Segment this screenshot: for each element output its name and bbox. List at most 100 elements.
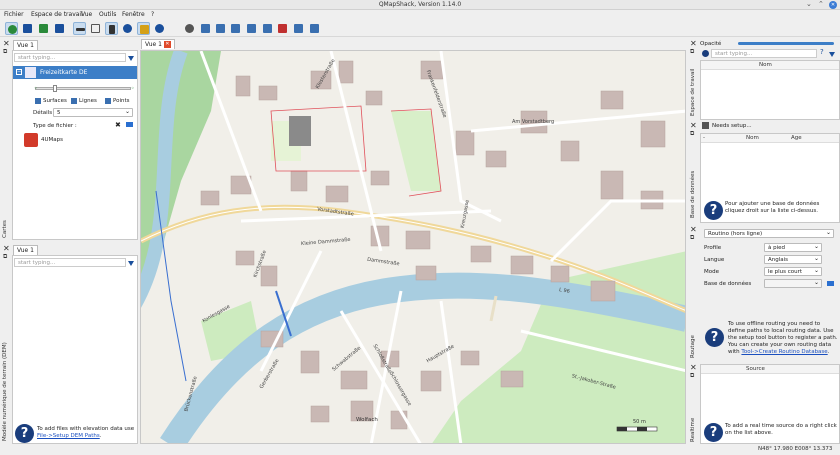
map-item-freizeitkarte[interactable]: − Freizeitkarte DE bbox=[13, 66, 137, 79]
details-label: Détails bbox=[33, 110, 53, 116]
help-icon: ? bbox=[704, 201, 723, 220]
map2-name[interactable]: 4UMaps bbox=[41, 137, 63, 143]
close-dock-icon[interactable]: ✕ bbox=[690, 40, 697, 48]
database-list[interactable]: - Nom Age ? Pour ajouter une base de don… bbox=[700, 133, 840, 223]
close-tab-icon[interactable]: ✕ bbox=[163, 41, 171, 48]
dem-setup-link[interactable]: File->Setup DEM Paths bbox=[37, 433, 100, 439]
window-workspace-icon[interactable] bbox=[229, 22, 242, 35]
add-waypoint-icon[interactable] bbox=[21, 22, 34, 35]
measure-icon[interactable] bbox=[121, 22, 134, 35]
lignes-checkbox[interactable] bbox=[71, 98, 77, 104]
pointer-icon[interactable] bbox=[105, 22, 118, 35]
window-database-icon[interactable] bbox=[261, 22, 274, 35]
tools-icon[interactable]: ✖ bbox=[115, 121, 121, 129]
close-dock-icon[interactable]: ✕ bbox=[3, 40, 10, 48]
surfaces-label: Surfaces bbox=[43, 98, 67, 104]
menu-vue[interactable]: Vue bbox=[81, 11, 92, 18]
window-map-icon[interactable] bbox=[199, 22, 212, 35]
right-docks: ✕ ⧉ Opacité Espace de travail start typi… bbox=[688, 38, 840, 444]
map-canvas[interactable]: Am Vorstadtberg Kreuzgasse Vorstadtstraß… bbox=[140, 50, 686, 444]
window-routing-icon[interactable] bbox=[245, 22, 258, 35]
folder-icon[interactable] bbox=[126, 122, 133, 127]
dem-help-text: To add files with elevation data use Fil… bbox=[37, 426, 139, 440]
workspace-side-title: Espace de travail bbox=[690, 68, 696, 116]
folder-icon[interactable] bbox=[827, 281, 834, 286]
zoom-in-icon[interactable]: ◦ bbox=[131, 85, 135, 92]
realtime-header: Source bbox=[701, 365, 839, 374]
help-small-icon[interactable]: ? bbox=[820, 48, 824, 56]
float-dock-icon[interactable]: ⧉ bbox=[690, 372, 694, 380]
tab-map-vue-1[interactable]: Vue 1 ✕ bbox=[141, 39, 175, 49]
col-age: Age bbox=[791, 135, 802, 141]
close-button[interactable]: ✕ bbox=[829, 1, 837, 9]
col-nom: Nom bbox=[746, 135, 759, 141]
fullscreen-icon[interactable] bbox=[308, 22, 321, 35]
grid-icon[interactable] bbox=[89, 22, 102, 35]
tab-vue-1[interactable]: Vue 1 bbox=[13, 245, 38, 255]
dem-dock: ✕ ⧉ Modèle numérique de terrain (DEM) Vu… bbox=[0, 243, 139, 444]
minimize-button[interactable]: ⌄ bbox=[806, 0, 812, 8]
details-spinbox[interactable]: 5 bbox=[53, 108, 133, 117]
surfaces-checkbox[interactable] bbox=[35, 98, 41, 104]
float-dock-icon[interactable]: ⧉ bbox=[690, 234, 694, 242]
dem-help-body: To add files with elevation data use bbox=[37, 426, 135, 432]
info-icon[interactable] bbox=[153, 22, 166, 35]
window-help-icon[interactable] bbox=[292, 22, 305, 35]
menu-fichier[interactable]: Fichier bbox=[4, 11, 24, 18]
dots-icon[interactable] bbox=[73, 22, 86, 35]
route-icon[interactable] bbox=[37, 22, 50, 35]
database-icon bbox=[702, 122, 709, 129]
col-nom: Nom bbox=[759, 62, 772, 68]
filter-icon[interactable] bbox=[128, 261, 134, 266]
database-side-title: Base de données bbox=[690, 170, 696, 218]
menu-fenetre[interactable]: Fenêtre bbox=[122, 11, 145, 18]
track-icon[interactable] bbox=[53, 22, 66, 35]
workspace-filter-input[interactable]: start typing... bbox=[711, 49, 817, 58]
profile-label: Profile bbox=[704, 245, 722, 251]
maps-filter-input[interactable]: start typing... bbox=[14, 53, 126, 62]
workspace-list[interactable]: Nom bbox=[700, 60, 840, 120]
float-dock-icon[interactable]: ⧉ bbox=[690, 130, 694, 138]
points-checkbox[interactable] bbox=[105, 98, 111, 104]
database-select[interactable] bbox=[764, 279, 822, 288]
col-source: Source bbox=[746, 366, 765, 372]
routing-side-title: Routage bbox=[690, 335, 696, 358]
menu-espace-de-travail[interactable]: Espace de travail bbox=[31, 11, 83, 18]
close-dock-icon[interactable]: ✕ bbox=[690, 226, 697, 234]
tab-vue-1[interactable]: Vue 1 bbox=[13, 40, 38, 50]
toolbar bbox=[0, 20, 840, 37]
zoom-out-icon[interactable]: ◦ bbox=[34, 85, 38, 92]
mode-select[interactable]: le plus court bbox=[764, 267, 822, 276]
needs-setup-label[interactable]: Needs setup... bbox=[712, 123, 752, 129]
float-dock-icon[interactable]: ⧉ bbox=[690, 48, 694, 56]
language-select[interactable]: Anglais bbox=[764, 255, 822, 264]
opacity-slider[interactable] bbox=[35, 87, 131, 90]
menu-help[interactable]: ? bbox=[151, 11, 154, 18]
float-dock-icon[interactable]: ⧉ bbox=[3, 253, 7, 261]
search-icon[interactable] bbox=[5, 22, 18, 35]
menu-outils[interactable]: Outils bbox=[99, 11, 116, 18]
col-dash: - bbox=[703, 135, 705, 141]
window-dem-icon[interactable] bbox=[214, 22, 227, 35]
tip-icon[interactable] bbox=[137, 22, 150, 35]
float-dock-icon[interactable]: ⧉ bbox=[3, 48, 7, 56]
owl-icon[interactable] bbox=[183, 22, 196, 35]
map-scale-label: 50 m bbox=[633, 419, 646, 425]
window-realtime-icon[interactable] bbox=[276, 22, 289, 35]
filter-icon[interactable] bbox=[829, 52, 835, 57]
routing-help-end: . bbox=[827, 349, 830, 355]
router-select[interactable]: Routino (hors ligne) bbox=[704, 229, 834, 238]
maximize-button[interactable]: ⌃ bbox=[818, 0, 824, 8]
realtime-list[interactable]: Source ? To add a real time source do a … bbox=[700, 364, 840, 444]
filter-icon[interactable] bbox=[128, 56, 134, 61]
maps-pane: start typing... − Freizeitkarte DE ◦ ◦ S… bbox=[12, 50, 138, 240]
collapse-icon[interactable]: − bbox=[16, 69, 22, 75]
opacity-slider[interactable] bbox=[738, 42, 834, 45]
profile-select[interactable]: à pied bbox=[764, 243, 822, 252]
close-dock-icon[interactable]: ✕ bbox=[690, 364, 697, 372]
routino-db-link[interactable]: Tool->Create Routino Database bbox=[741, 349, 827, 355]
close-dock-icon[interactable]: ✕ bbox=[3, 245, 10, 253]
close-dock-icon[interactable]: ✕ bbox=[690, 122, 697, 130]
dem-filter-input[interactable]: start typing... bbox=[14, 258, 126, 267]
slider-handle[interactable] bbox=[53, 85, 57, 92]
